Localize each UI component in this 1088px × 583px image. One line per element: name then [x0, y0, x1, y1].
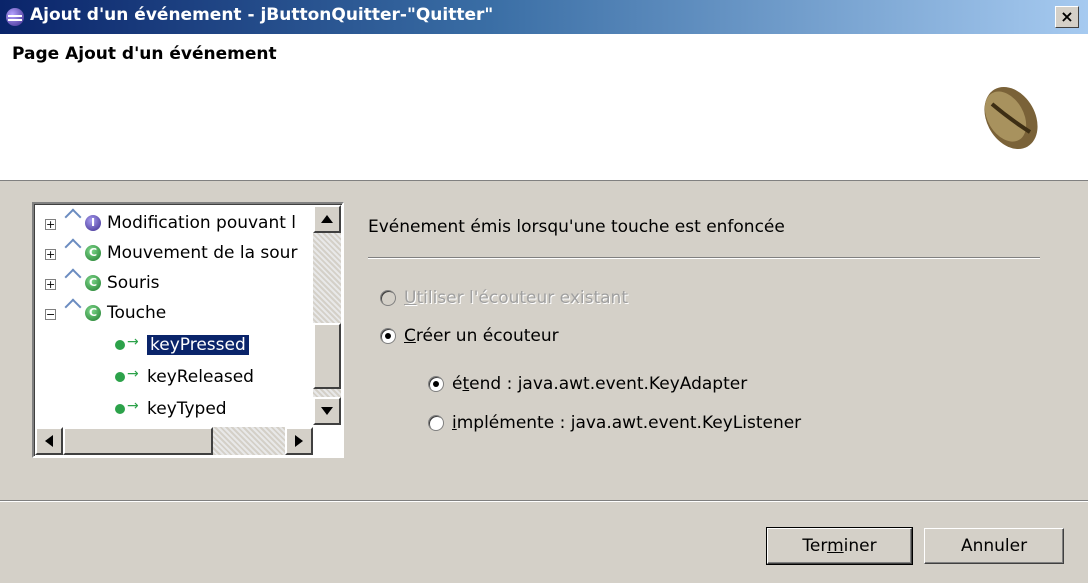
radio-button[interactable]	[380, 328, 396, 344]
tree-item-label: Modification pouvant l	[107, 213, 297, 233]
tree-item-modification[interactable]: I Modification pouvant l	[85, 209, 296, 237]
separator	[368, 257, 1040, 259]
page-title: Page Ajout d'un événement	[12, 44, 277, 64]
title-bar[interactable]: Ajout d'un événement - jButtonQuitter-"Q…	[0, 0, 1088, 34]
tree-item-label: Souris	[107, 273, 160, 293]
radio-extends[interactable]: étend : java.awt.event.KeyAdapter	[428, 374, 747, 394]
eclipse-icon	[6, 8, 24, 26]
horizontal-scrollbar[interactable]	[35, 427, 313, 455]
tree-item-mouvement[interactable]: C Mouvement de la sour	[85, 239, 297, 267]
radio-label: implémente : java.awt.event.KeyListener	[452, 413, 802, 433]
vertical-scrollbar[interactable]	[313, 205, 341, 425]
cancel-button[interactable]: Annuler	[924, 528, 1064, 564]
decoration-icon	[64, 208, 82, 226]
tree-item-label: keyPressed	[146, 334, 250, 356]
tree-item-keypressed[interactable]: keyPressed	[115, 331, 250, 359]
radio-label: Utiliser l'écouteur existant	[404, 288, 628, 308]
method-icon	[115, 366, 141, 384]
tree-item-label: keyReleased	[147, 367, 254, 387]
scroll-right-arrow-icon[interactable]	[285, 427, 313, 455]
radio-implements[interactable]: implémente : java.awt.event.KeyListener	[428, 413, 801, 433]
expand-toggle[interactable]: +	[45, 219, 56, 230]
radio-button[interactable]	[428, 376, 444, 392]
radio-label: étend : java.awt.event.KeyAdapter	[452, 374, 748, 394]
scroll-thumb[interactable]	[313, 323, 341, 389]
tree-item-label: Touche	[107, 303, 167, 323]
close-button[interactable]: ×	[1055, 6, 1079, 28]
radio-label: Créer un écouteur	[404, 326, 559, 346]
tree-item-touche[interactable]: C Touche	[85, 299, 166, 327]
radio-button[interactable]	[380, 290, 396, 306]
event-tree[interactable]: + I Modification pouvant l + C Mouvement…	[32, 202, 344, 458]
window-title: Ajout d'un événement - jButtonQuitter-"Q…	[30, 5, 494, 25]
radio-use-existing[interactable]: Utiliser l'écouteur existant	[380, 288, 628, 308]
decoration-icon	[64, 268, 82, 286]
class-icon: C	[85, 275, 101, 291]
expand-toggle[interactable]: +	[45, 249, 56, 260]
tree-item-label: keyTyped	[147, 399, 227, 419]
finish-button[interactable]: Terminer	[766, 527, 913, 565]
class-icon: C	[85, 245, 101, 261]
decoration-icon	[64, 238, 82, 256]
scroll-up-arrow-icon[interactable]	[313, 205, 341, 233]
event-description: Evénement émis lorsqu'une touche est enf…	[368, 217, 785, 237]
collapse-toggle[interactable]: −	[45, 309, 56, 320]
class-icon: C	[85, 305, 101, 321]
tree-item-label: Mouvement de la sour	[107, 243, 298, 263]
method-icon	[115, 398, 141, 416]
scroll-left-arrow-icon[interactable]	[35, 427, 63, 455]
scroll-down-arrow-icon[interactable]	[313, 397, 341, 425]
tree-item-keyreleased[interactable]: keyReleased	[115, 363, 254, 391]
radio-create-listener[interactable]: Créer un écouteur	[380, 326, 559, 346]
tree-item-keytyped[interactable]: keyTyped	[115, 395, 227, 423]
scroll-thumb[interactable]	[63, 427, 213, 455]
footer-separator	[0, 500, 1088, 502]
tree-item-souris[interactable]: C Souris	[85, 269, 160, 297]
java-bean-icon	[984, 87, 1038, 149]
expand-toggle[interactable]: +	[45, 279, 56, 290]
interface-icon: I	[85, 215, 101, 231]
radio-button[interactable]	[428, 415, 444, 431]
method-icon	[115, 334, 141, 352]
decoration-icon	[64, 298, 82, 316]
